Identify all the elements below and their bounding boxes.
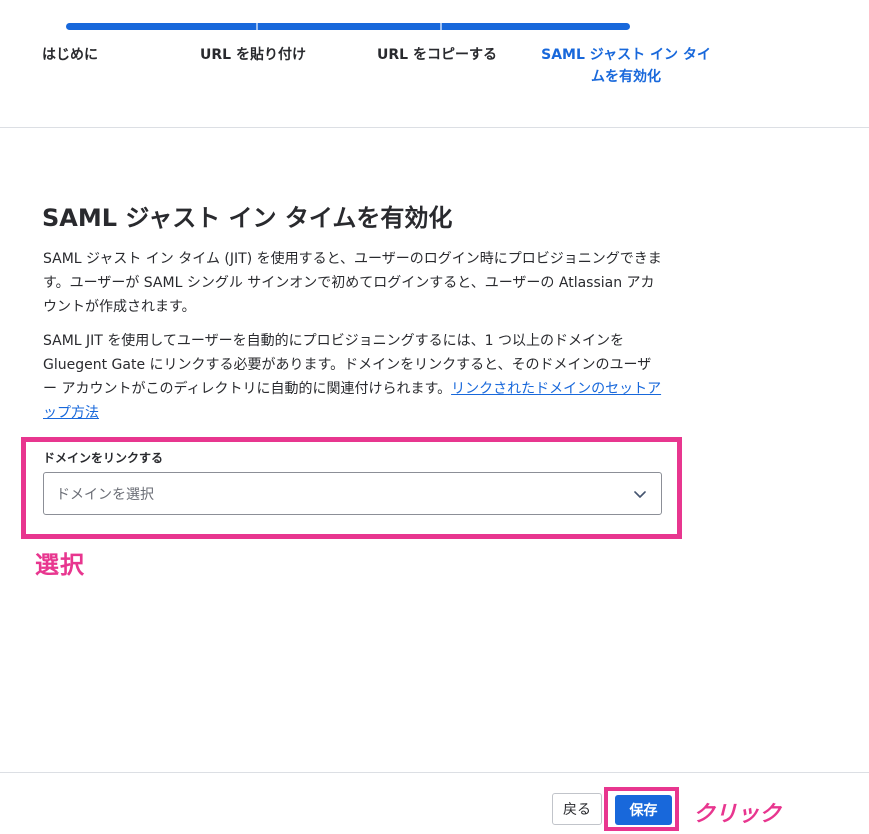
step-enable-jit: SAML ジャスト イン タイムを有効化 xyxy=(541,47,711,85)
step-copy-url: URL をコピーする xyxy=(377,47,497,63)
chevron-down-icon xyxy=(634,491,646,498)
click-annotation: クリック xyxy=(693,802,782,827)
progress-divider xyxy=(440,23,442,30)
save-button[interactable]: 保存 xyxy=(615,795,672,825)
domain-field-label: ドメインをリンクする xyxy=(43,451,164,465)
step-intro: はじめに xyxy=(42,47,98,63)
domain-select[interactable]: ドメインを選択 xyxy=(43,472,662,515)
progress-divider xyxy=(256,23,258,30)
page-title: SAML ジャスト イン タイムを有効化 xyxy=(42,204,453,232)
stepper: はじめに URL を貼り付け URL をコピーする SAML ジャスト イン タ… xyxy=(0,44,869,104)
description-paragraph: SAML ジャスト イン タイム (JIT) を使用すると、ユーザーのログイン時… xyxy=(43,251,662,315)
domain-select-placeholder: ドメインを選択 xyxy=(56,487,154,503)
footer-divider xyxy=(0,772,869,773)
progress-bar xyxy=(66,23,630,30)
step-paste-url: URL を貼り付け xyxy=(200,47,306,63)
select-annotation: 選択 xyxy=(35,551,85,579)
domain-info-paragraph: SAML JIT を使用してユーザーを自動的にプロビジョニングするには、1 つ以… xyxy=(43,329,663,425)
header-divider xyxy=(0,127,869,128)
back-button[interactable]: 戻る xyxy=(552,793,602,825)
